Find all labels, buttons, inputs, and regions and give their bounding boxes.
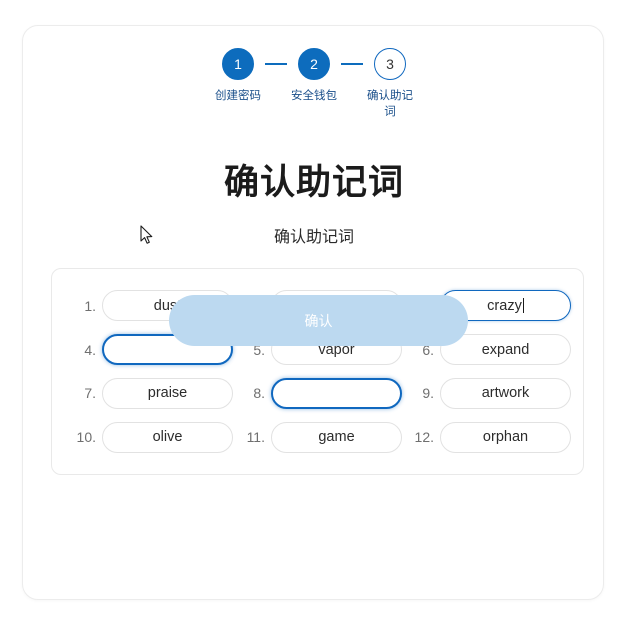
page-subtitle: 确认助记词 [273,229,354,246]
mnemonic-word-input-7[interactable]: praise [102,377,233,409]
mnemonic-index-12: 12. [414,429,434,446]
mnemonic-index-9: 9. [422,385,434,402]
text-caret [522,298,524,314]
mnemonic-cell-10: 10. olive [64,418,233,456]
wallet-setup-card: 1 创建密码 2 安全钱包 3 确认助记词 确认助记词 确认助记词 1. dus… [22,25,604,600]
stepper-step-2[interactable]: 2 安全钱包 [287,48,341,105]
mnemonic-cell-8: 8. [233,375,402,413]
step-2-number: 2 [310,56,318,72]
mnemonic-index-11: 11. [246,429,265,446]
mnemonic-word-input-12[interactable]: orphan [440,421,571,453]
step-1-label: 创建密码 [215,90,261,102]
mnemonic-word-input-8[interactable] [271,377,402,409]
step-3-label: 确认助记词 [367,90,413,118]
step-1-circle[interactable]: 1 [222,48,254,80]
mnemonic-word-input-10[interactable]: olive [102,421,233,453]
mnemonic-word-text-3: crazy [487,297,522,314]
step-3-circle[interactable]: 3 [374,48,406,80]
mnemonic-cell-9: 9. artwork [402,375,571,413]
mnemonic-cell-7: 7. praise [64,375,233,413]
mnemonic-word-input-9[interactable]: artwork [440,377,571,409]
step-3-number: 3 [386,56,394,72]
mnemonic-index-4: 4. [84,341,96,358]
page-title: 确认助记词 [223,163,404,202]
stepper-step-3[interactable]: 3 确认助记词 [363,48,417,120]
mnemonic-index-7: 7. [84,385,96,402]
step-2-circle[interactable]: 2 [298,48,330,80]
stepper-step-1[interactable]: 1 创建密码 [211,48,265,105]
stepper-connector-2-3 [341,63,363,65]
progress-stepper: 1 创建密码 2 安全钱包 3 确认助记词 [23,48,605,120]
confirm-button[interactable]: 确认 [169,295,468,346]
mnemonic-index-8: 8. [253,385,265,402]
mnemonic-cell-12: 12. orphan [402,418,571,456]
stepper-connector-1-2 [265,63,287,65]
stepper-track: 1 创建密码 2 安全钱包 3 确认助记词 [211,48,417,120]
mnemonic-word-input-11[interactable]: game [271,421,402,453]
mnemonic-cell-11: 11. game [233,418,402,456]
step-1-number: 1 [234,56,242,72]
step-2-label: 安全钱包 [291,90,337,102]
mnemonic-index-1: 1. [84,297,96,314]
mnemonic-index-10: 10. [76,429,96,446]
